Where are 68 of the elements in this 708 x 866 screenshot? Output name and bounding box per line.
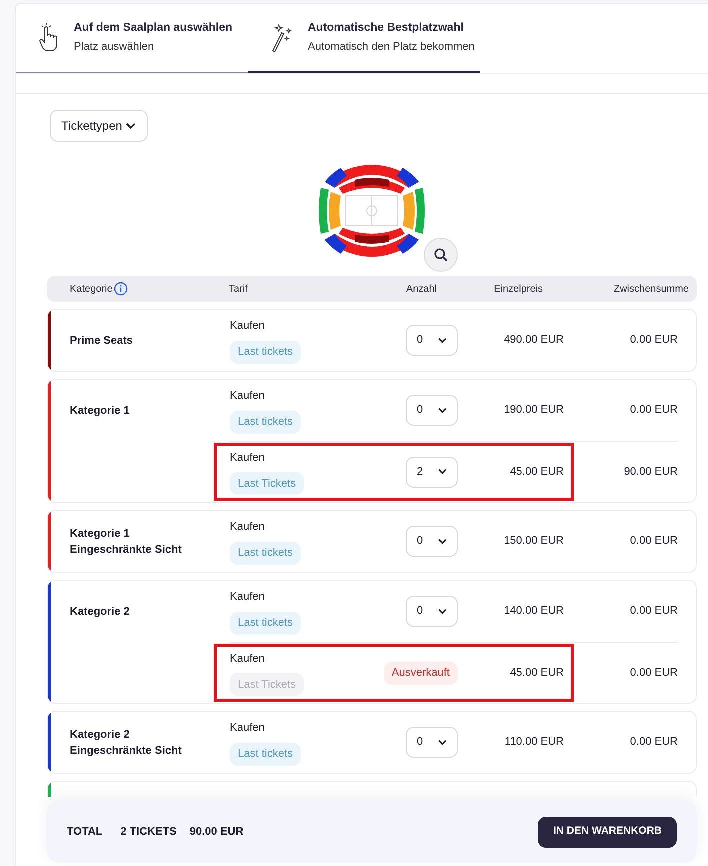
quantity-select[interactable]: 0 xyxy=(406,395,458,426)
total-label: TOTAL xyxy=(67,824,103,840)
availability-tag: Last Tickets xyxy=(230,673,304,696)
chevron-down-icon xyxy=(438,408,447,414)
search-icon xyxy=(434,248,448,262)
tab-title: Automatische Bestplatzwahl xyxy=(308,20,465,36)
unit-price: 110.00 EUR xyxy=(504,735,564,750)
chevron-down-icon xyxy=(126,122,136,130)
subtotal: 0.00 EUR xyxy=(630,735,678,750)
category-name: Prime Seats xyxy=(70,334,133,348)
tab-title: Auf dem Saalplan auswählen xyxy=(74,21,232,36)
unit-price: 150.00 EUR xyxy=(504,534,564,550)
tab-subtitle: Automatisch den Platz bekommen xyxy=(308,40,475,55)
quantity-select[interactable]: 0 xyxy=(406,526,458,557)
subtotal: 0.00 EUR xyxy=(630,666,678,681)
tariff-label: Kaufen xyxy=(230,319,265,334)
quantity-select[interactable]: 2 xyxy=(406,456,458,488)
mode-tab[interactable]: Automatische Bestplatzwahl Automatisch den Platz bekommen xyxy=(248,4,480,73)
quantity-select[interactable]: 0 xyxy=(406,325,458,356)
tariff-label: Kaufen xyxy=(230,721,265,736)
chevron-down-icon xyxy=(438,608,447,614)
subtotal: 0.00 EUR xyxy=(630,333,678,348)
availability-tag: Last tickets xyxy=(230,612,302,635)
unit-price: 190.00 EUR xyxy=(504,403,564,418)
column-header: Anzahl xyxy=(406,282,437,296)
quantity-select[interactable]: 0 xyxy=(406,596,458,627)
category-name: Kategorie 2 xyxy=(70,604,130,620)
availability-tag: Last tickets xyxy=(230,340,302,364)
chevron-down-icon xyxy=(438,740,447,746)
availability-tag: Last tickets xyxy=(230,410,302,434)
column-header: Einzelpreis xyxy=(494,282,543,296)
availability-tag: Last tickets xyxy=(230,542,302,565)
tab-subtitle: Platz auswählen xyxy=(74,40,156,56)
category-name: Kategorie 1 Eingeschränkte Sicht xyxy=(70,526,183,558)
unit-price: 490.00 EUR xyxy=(504,333,564,348)
column-header: Kategorie xyxy=(70,282,113,296)
availability-tag: Last Tickets xyxy=(230,472,304,496)
chevron-down-icon xyxy=(438,538,447,544)
magic-wand-icon xyxy=(270,22,294,52)
sold-out-badge: Ausverkauft xyxy=(384,662,458,684)
mode-tab[interactable]: Auf dem Saalplan auswählen Platz auswählen xyxy=(16,4,248,73)
chevron-down-icon xyxy=(438,469,447,475)
add-to-cart-button[interactable]: IN DEN WARENKORB xyxy=(538,816,677,848)
column-header: Zwischensumme xyxy=(614,282,689,296)
tariff-label: Kaufen xyxy=(230,389,265,404)
category-name: Kategorie 1 xyxy=(70,404,130,418)
tariff-label: Kaufen xyxy=(230,590,265,606)
subtotal: 0.00 EUR xyxy=(630,403,678,418)
subtotal: 0.00 EUR xyxy=(630,604,678,620)
quantity-select[interactable]: 0 xyxy=(406,727,458,758)
ticket-count: 2 TICKETS xyxy=(120,824,177,840)
tariff-label: Kaufen xyxy=(230,652,265,667)
chevron-down-icon xyxy=(438,338,447,344)
zoom-button[interactable] xyxy=(424,238,458,272)
hand-pointer-icon xyxy=(38,23,60,53)
unit-price: 140.00 EUR xyxy=(504,604,564,620)
ticket-type-dropdown[interactable]: Tickettypen xyxy=(50,110,148,142)
subtotal: 90.00 EUR xyxy=(624,464,678,480)
category-name: Kategorie 2 Eingeschränkte Sicht xyxy=(70,728,183,758)
column-header: Tarif xyxy=(229,282,248,296)
availability-tag: Last tickets xyxy=(230,742,302,766)
tariff-label: Kaufen xyxy=(230,520,265,536)
total-amount: 90.00 EUR xyxy=(190,824,244,840)
tariff-label: Kaufen xyxy=(230,450,265,466)
subtotal: 0.00 EUR xyxy=(630,534,678,550)
unit-price: 45.00 EUR xyxy=(510,464,564,480)
info-icon[interactable] xyxy=(114,282,128,296)
unit-price: 45.00 EUR xyxy=(510,666,564,681)
